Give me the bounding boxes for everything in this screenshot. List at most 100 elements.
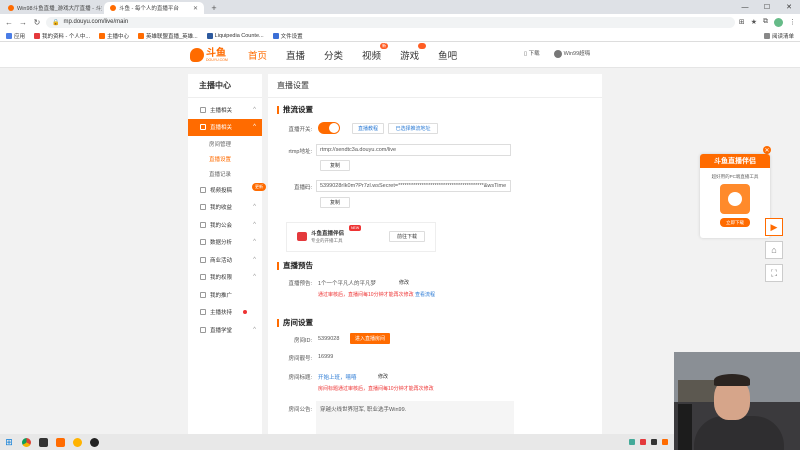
download-companion-button[interactable]: 前往下载	[389, 231, 425, 242]
bookmark-item[interactable]: 英雄联盟直播_英雄...	[138, 32, 198, 40]
bookmark-icon	[206, 32, 213, 39]
sidebar-sub-live-settings[interactable]: 直播设置	[188, 151, 262, 166]
sidebar-item-analytics[interactable]: 数据分析 ^	[188, 234, 262, 252]
chevron-up-icon: ^	[253, 221, 256, 228]
tray-icon[interactable]	[651, 439, 657, 445]
chevron-up-icon: ^	[253, 326, 256, 333]
nav-home[interactable]: 首页	[248, 48, 267, 62]
briefcase-icon	[200, 256, 206, 263]
bookmark-star-icon[interactable]: ★	[751, 18, 757, 27]
bookmark-item[interactable]: 应用	[6, 32, 25, 40]
taskbar-app-icon[interactable]	[88, 436, 100, 448]
url-input[interactable]: 🔒 mp.douyu.com/live/main	[46, 16, 735, 28]
profile-avatar[interactable]	[774, 17, 783, 27]
float-card-title: 斗鱼直播伴侣	[700, 154, 770, 168]
enter-room-button[interactable]: 进入直播房间	[350, 333, 390, 344]
menu-icon[interactable]: ⋮	[789, 18, 796, 27]
sidebar-item-guild[interactable]: 我的公会 ^	[188, 216, 262, 234]
sidebar-item-permissions[interactable]: 我的权限 ^	[188, 269, 262, 287]
back-icon[interactable]: ←	[4, 17, 14, 27]
sidebar-item-video[interactable]: 视频投稿 更新	[188, 181, 266, 199]
bookmark-icon	[272, 32, 279, 39]
sidebar-sub-room-manage[interactable]: 房间管理	[188, 136, 262, 151]
sidebar-item-promotion[interactable]: 我的推广	[188, 286, 262, 304]
tray-icon[interactable]	[640, 439, 646, 445]
stream-code-field[interactable]: 5399028rIk0m?Pr7zl.wsSecret=************…	[316, 180, 511, 192]
bookmark-item[interactable]: 文件设置	[272, 32, 303, 40]
douyu-fish-icon	[190, 48, 204, 62]
close-window-icon[interactable]: ✕	[778, 0, 800, 14]
preview-edit-button[interactable]: 修改	[390, 277, 418, 288]
process-link[interactable]: 查看流程	[415, 292, 435, 298]
browser-tab[interactable]: Win98斗鱼直播_游戏大厅直播 - 斗鱼 ✕	[2, 2, 102, 14]
bookmark-item[interactable]: 主播中心	[99, 32, 129, 40]
sidebar-item-label: 我的收益	[210, 205, 233, 212]
nav-video[interactable]: 视频 新	[362, 43, 389, 62]
nav-live[interactable]: 直播	[286, 48, 305, 62]
sidebar-item-anchor[interactable]: 主播相关 ^	[188, 101, 262, 119]
download-link[interactable]: ▯ 下载	[524, 49, 540, 57]
live-switch-toggle[interactable]	[318, 122, 340, 134]
bookmark-item[interactable]: Liquipedia Counte...	[206, 32, 264, 39]
tray-icon[interactable]	[662, 439, 668, 445]
copy-code-button[interactable]: 复制	[320, 197, 350, 208]
webcam-person-body	[694, 416, 784, 450]
apps-icon	[6, 32, 12, 39]
sidebar-item-support[interactable]: 主播扶持	[188, 304, 262, 322]
minimize-icon[interactable]: —	[734, 0, 756, 14]
reading-list[interactable]: 阅读清单	[763, 32, 794, 40]
maximize-icon[interactable]: ☐	[756, 0, 778, 14]
tutorial-button[interactable]: 直播教程	[352, 123, 384, 134]
sidebar-sub-live-record[interactable]: 直播记录	[188, 166, 262, 181]
sidebar-item-business[interactable]: 商业活动 ^	[188, 251, 262, 269]
bookmark-item[interactable]: 我的资料 - 个人中...	[34, 32, 90, 40]
taskbar-app-icon[interactable]	[71, 436, 83, 448]
tab-label: 斗鱼 - 每个人的直播平台	[119, 6, 179, 12]
taskbar-douyu-icon[interactable]	[54, 436, 66, 448]
copy-rtmp-button[interactable]: 复制	[320, 160, 350, 171]
douyu-icon	[55, 437, 65, 447]
sidebar-item-income[interactable]: 我的收益 ^	[188, 199, 262, 217]
address-bar: ← → ↻ 🔒 mp.douyu.com/live/main ⊞ ★ ⧉ ⋮	[0, 14, 800, 30]
new-tab-icon[interactable]: +	[208, 2, 220, 14]
nav-game[interactable]: 游戏	[400, 43, 427, 62]
user-menu[interactable]: Win99超嗨	[553, 49, 590, 58]
room-notice-textarea[interactable]: 穿越火线世界冠军, 职业选手Win99.	[316, 401, 514, 434]
float-close-icon[interactable]: ✕	[763, 146, 771, 154]
taskbar-chrome-icon[interactable]	[20, 436, 32, 448]
taskbar-app-icon[interactable]	[37, 436, 49, 448]
preview-warning-text: 通过审核后，直播间每10分钟才能再次修改	[318, 292, 414, 298]
nav-category[interactable]: 分类	[324, 48, 343, 62]
chrome-icon	[21, 437, 31, 447]
notification-dot	[243, 310, 247, 315]
browser-tab-active[interactable]: 斗鱼 - 每个人的直播平台 ✕	[104, 2, 204, 14]
window-controls: — ☐ ✕	[734, 0, 800, 14]
stream-code-label: 直播码:	[293, 185, 312, 191]
tray-icon[interactable]	[629, 439, 635, 445]
third-party-button[interactable]: 已选择推流地址	[388, 123, 438, 134]
nav-yuba[interactable]: 鱼吧	[438, 48, 457, 62]
sidebar-item-label: 视频投稿	[210, 187, 233, 194]
anchor-sidebar: 主播中心 主播相关 ^ 直播相关 ^ 房间管理 直播设置 直播记录 视频投稿 更新 我…	[188, 74, 266, 434]
sidebar-item-live[interactable]: 直播相关 ^	[188, 118, 262, 136]
windows-start-icon[interactable]: ⊞	[3, 436, 15, 448]
home-icon[interactable]: ⌂	[765, 241, 783, 259]
bookmarks-bar: 应用 我的资料 - 个人中... 主播中心 英雄联盟直播_英雄... Liqui…	[0, 30, 800, 42]
fullscreen-icon[interactable]: ⛶	[765, 264, 783, 282]
room-title-edit-button[interactable]: 修改	[368, 371, 398, 382]
forward-icon[interactable]: →	[18, 17, 28, 27]
rtmp-field[interactable]: rtmp://sendtc3a.douyu.com/live	[316, 144, 511, 156]
douyu-logo[interactable]: 斗鱼 DOUYU.COM	[190, 45, 228, 65]
webcam-person-hair	[714, 374, 750, 386]
play-circle-icon[interactable]: ▶	[765, 218, 783, 236]
sidebar-item-school[interactable]: 直播学堂 ^	[188, 321, 262, 339]
extensions-icon[interactable]: ⧉	[763, 18, 768, 27]
page-title: 直播设置	[268, 74, 602, 98]
reload-icon[interactable]: ↻	[32, 17, 42, 27]
user-avatar	[553, 49, 562, 58]
douyu-favicon-icon	[8, 5, 14, 11]
bookmark-icon	[138, 32, 145, 39]
translate-icon[interactable]: ⊞	[739, 18, 745, 27]
close-tab-icon[interactable]: ✕	[193, 5, 198, 12]
float-download-button[interactable]: 立即下载	[720, 218, 750, 227]
